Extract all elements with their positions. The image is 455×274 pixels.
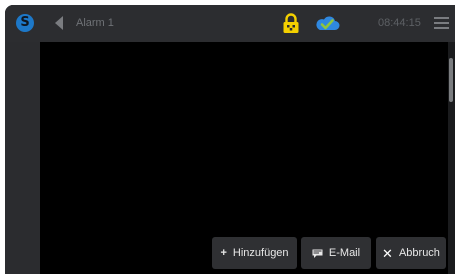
scrollbar-thumb[interactable] [449,58,453,102]
cancel-button-label: Abbruch [398,247,440,259]
menu-bar [434,22,449,24]
add-button[interactable]: + Hinzufügen [212,237,297,269]
app-logo-icon[interactable]: S [16,14,34,32]
close-icon: ✕ [382,245,393,261]
back-arrow-icon[interactable] [55,16,63,30]
lock-icon[interactable] [282,13,300,34]
plus-icon: + [220,246,227,259]
email-icon-svg [312,249,323,258]
vertical-scrollbar[interactable] [448,42,455,274]
menu-bar [434,27,449,29]
top-bar: S Alarm 1 08:44:15 [5,5,455,42]
cloud-check-icon[interactable] [314,15,340,31]
clock-time: 08:44:15 [378,17,421,29]
left-sidebar [5,42,40,274]
hamburger-menu-icon[interactable] [434,16,449,30]
menu-bar [434,17,449,19]
add-button-label: Hinzufügen [232,247,289,259]
email-button[interactable]: E-Mail [301,237,371,269]
device-screen: S Alarm 1 08:44:15 + Hinzufügen E-Mail ✕… [5,5,455,274]
email-button-label: E-Mail [328,247,361,259]
logo-letter: S [20,15,30,30]
cancel-button[interactable]: ✕ Abbruch [376,237,446,269]
page-title: Alarm 1 [76,17,114,29]
email-icon [312,249,323,258]
